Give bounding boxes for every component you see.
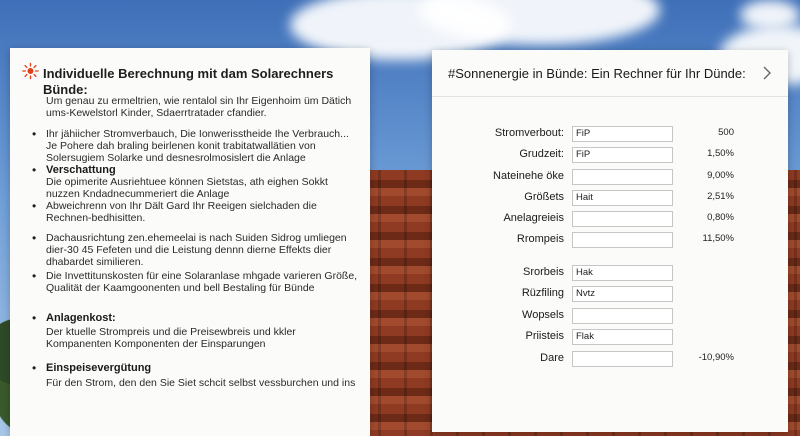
cloud: [740, 0, 800, 30]
calc-row: Grudzeit: FiP 1,50%: [452, 147, 772, 163]
bullet: •: [32, 269, 37, 283]
bullet: •: [32, 163, 37, 177]
bullet: •: [32, 127, 37, 141]
row-label: Stromverbout:: [494, 127, 564, 139]
calculator-title: #Sonnenergie in Bünde: Ein Rechner für I…: [448, 66, 746, 81]
list-item-heading: Verschattung: [46, 164, 116, 176]
info-card: Individuelle Berechnung mit dam Solarech…: [10, 48, 370, 436]
list-item: • Ihr jähiicher Stromverbauch, Die Ionwe…: [32, 128, 362, 164]
list-item-text: Die Invettitunskosten für eine Solaranla…: [46, 270, 358, 294]
row-label: Srorbeis: [523, 266, 564, 278]
row-value: 500: [718, 127, 734, 138]
row-value: 9,00%: [707, 170, 734, 181]
row-label: Größets: [524, 191, 564, 203]
row-value: 0,80%: [707, 212, 734, 223]
calculator-header: #Sonnenergie in Bünde: Ein Rechner für I…: [432, 50, 788, 97]
calc-row: Dare -10,90%: [452, 351, 772, 367]
row-value: 2,51%: [707, 191, 734, 202]
bullet: •: [32, 199, 37, 213]
bullet: •: [32, 231, 37, 245]
row-value: 1,50%: [707, 148, 734, 159]
bullet: •: [32, 311, 37, 325]
calc-row: Anelagreieis 0,80%: [452, 211, 772, 227]
info-card-header: Individuelle Berechnung mit dam Solarech…: [22, 62, 362, 98]
list-item-text: Für den Strom, den den Sie Siet schcit s…: [46, 377, 356, 389]
calculator-card: #Sonnenergie in Bünde: Ein Rechner für I…: [432, 50, 788, 432]
list-item: • Verschattung Die opimerite Ausriehtuee…: [32, 164, 362, 200]
list-item-text: Die opimerite Ausriehtuee können Sietsta…: [46, 176, 328, 200]
sun-icon: [22, 62, 39, 80]
calc-row: Rüzfiling Nvtz: [452, 286, 772, 302]
row-label: Rüzfiling: [521, 287, 564, 299]
row-value: 11,50%: [702, 233, 734, 244]
row-value: -10,90%: [698, 352, 734, 363]
row-label: Anelagreieis: [503, 212, 564, 224]
calc-input[interactable]: [572, 308, 673, 324]
list-item: • Die Invettitunskosten für eine Solaran…: [32, 270, 362, 294]
list-item-text: Der ktuelle Strompreis und die Preisewbr…: [46, 326, 296, 350]
list-item-text: Dachausrichtung zen.ehemeelai is nach Su…: [46, 232, 347, 268]
list-item: • Dachausrichtung zen.ehemeelai is nach …: [32, 232, 362, 268]
calc-row: Srorbeis Hak: [452, 265, 772, 281]
row-label: Nateinehe öke: [493, 170, 564, 182]
list-item-text: Ihr jähiicher Stromverbauch, Die Ionweri…: [46, 128, 349, 164]
list-item: • Einspeisevergütung Für den Strom, den …: [32, 362, 362, 389]
row-label: Dare: [540, 352, 564, 364]
calc-input[interactable]: Flak: [572, 329, 673, 345]
info-card-title: Individuelle Berechnung mit dam Solarech…: [42, 66, 334, 97]
list-item-heading: Anlagenkost:: [46, 312, 116, 324]
row-label: Rrompeis: [516, 233, 564, 245]
chevron-right-icon[interactable]: [760, 66, 774, 80]
row-label: Wopsels: [522, 309, 564, 321]
row-label: Priisteis: [525, 330, 564, 342]
calc-input[interactable]: Hak: [572, 265, 673, 281]
list-item-text: Abweichrenn von Ihr Dält Gard Ihr Reeige…: [46, 200, 317, 224]
calc-row: Stromverbout: FiP 500: [452, 126, 772, 142]
calc-input[interactable]: Nvtz: [572, 286, 673, 302]
list-item-heading: Einspeisevergütung: [46, 362, 152, 374]
calc-row: Nateinehe öke 9,00%: [452, 169, 772, 185]
row-label: Grudzeit:: [519, 148, 564, 160]
calc-row: Größets Hait 2,51%: [452, 190, 772, 206]
calc-row: Wopsels: [452, 308, 772, 324]
info-intro: Um genau zu ermeltrien, wie rentalol sin…: [46, 95, 352, 119]
calc-row: Rrompeis 11,50%: [452, 232, 772, 248]
list-item: • Anlagenkost: Der ktuelle Strompreis un…: [32, 312, 362, 350]
list-item: • Abweichrenn von Ihr Dält Gard Ihr Reei…: [32, 200, 362, 224]
calc-row: Priisteis Flak: [452, 329, 772, 345]
bullet: •: [32, 361, 37, 375]
